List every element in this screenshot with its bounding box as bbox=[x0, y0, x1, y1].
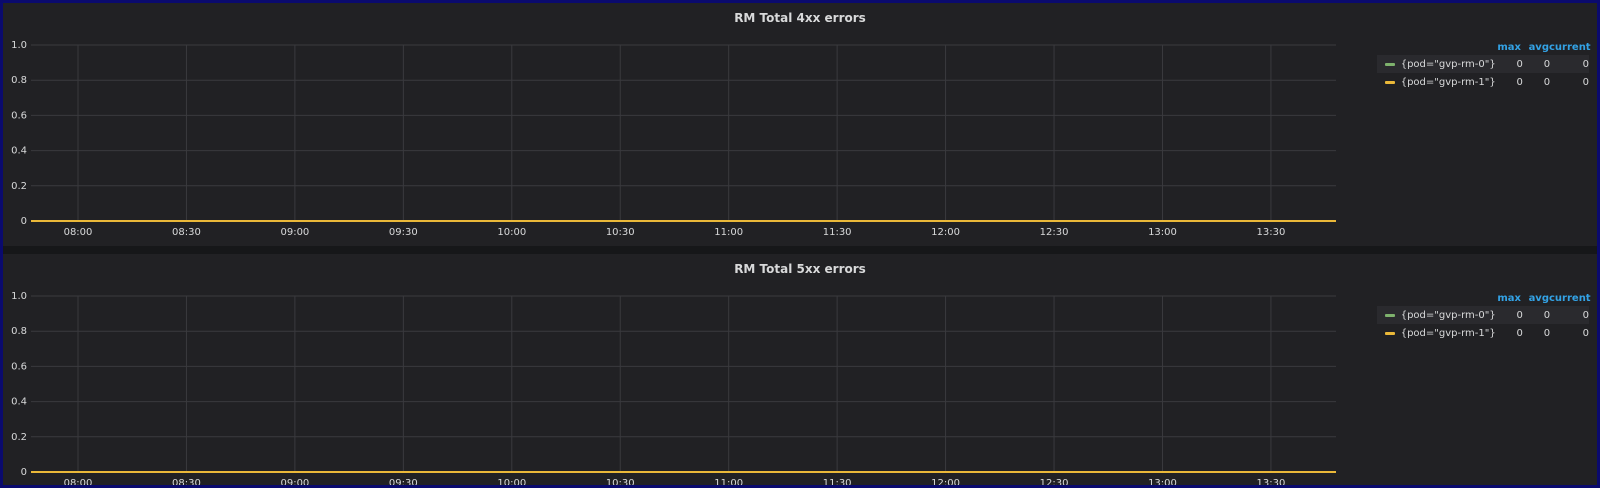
legend-series-name[interactable]: {pod="gvp-rm-0"} bbox=[1401, 310, 1496, 321]
legend-value-avg: 0 bbox=[1543, 309, 1551, 321]
series-color-swatch[interactable] bbox=[1385, 80, 1395, 84]
legend: max avg current {pod="gvp-rm-0"} 0 0 0 {… bbox=[1377, 290, 1591, 342]
y-tick-label: 0.2 bbox=[11, 432, 27, 443]
x-tick-label: 12:00 bbox=[931, 478, 960, 485]
legend-header-avg[interactable]: avg bbox=[1521, 42, 1549, 53]
legend-series-name[interactable]: {pod="gvp-rm-1"} bbox=[1401, 77, 1496, 88]
x-tick-label: 09:00 bbox=[280, 478, 309, 485]
dashboard: RM Total 4xx errors 1.0 0.8 0.6 0.4 0.2 0 08:0… bbox=[3, 3, 1597, 485]
x-tick-label: 11:30 bbox=[823, 227, 852, 238]
legend-header-max[interactable]: max bbox=[1493, 293, 1521, 304]
y-tick-label: 0.8 bbox=[11, 75, 27, 86]
legend-value-max: 0 bbox=[1516, 76, 1523, 88]
x-tick-label: 12:00 bbox=[931, 227, 960, 238]
series-color-swatch[interactable] bbox=[1385, 62, 1395, 66]
x-tick-label: 11:30 bbox=[823, 478, 852, 485]
x-tick-label: 09:00 bbox=[280, 227, 309, 238]
x-tick-label: 13:30 bbox=[1257, 478, 1286, 485]
x-tick-label: 11:00 bbox=[714, 478, 743, 485]
legend-header: max avg current bbox=[1377, 290, 1591, 306]
chart-5xx-errors[interactable]: 1.0 0.8 0.6 0.4 0.2 0 08:00 08:30 09:00 09:30 10:0… bbox=[3, 254, 1373, 485]
x-tick-label: 11:00 bbox=[714, 227, 743, 238]
x-tick-label: 08:30 bbox=[172, 227, 201, 238]
legend-item-gvp-rm-1[interactable]: {pod="gvp-rm-1"} 0 0 0 bbox=[1377, 324, 1589, 342]
legend-item-gvp-rm-1[interactable]: {pod="gvp-rm-1"} 0 0 0 bbox=[1377, 73, 1589, 91]
x-tick-label: 10:30 bbox=[606, 478, 635, 485]
y-tick-label: 0 bbox=[21, 216, 27, 227]
legend-value-avg: 0 bbox=[1543, 76, 1551, 88]
legend-item-gvp-rm-0[interactable]: {pod="gvp-rm-0"} 0 0 0 bbox=[1377, 55, 1589, 73]
series-color-swatch[interactable] bbox=[1385, 331, 1395, 335]
legend-value-current: 0 bbox=[1582, 309, 1589, 321]
chart-4xx-errors[interactable]: 1.0 0.8 0.6 0.4 0.2 0 08:00 08:30 09:00 09:30 10:0… bbox=[3, 3, 1373, 246]
x-tick-label: 08:00 bbox=[64, 478, 93, 485]
x-tick-label: 13:00 bbox=[1148, 478, 1177, 485]
legend-header-max[interactable]: max bbox=[1493, 42, 1521, 53]
legend-series-name[interactable]: {pod="gvp-rm-0"} bbox=[1401, 59, 1496, 70]
y-tick-label: 1.0 bbox=[11, 291, 27, 302]
legend-value-current: 0 bbox=[1582, 58, 1589, 70]
legend-series-name[interactable]: {pod="gvp-rm-1"} bbox=[1401, 328, 1496, 339]
legend-header-avg[interactable]: avg bbox=[1521, 293, 1549, 304]
legend-header-current[interactable]: current bbox=[1549, 42, 1591, 53]
series-color-swatch[interactable] bbox=[1385, 313, 1395, 317]
legend-value-max: 0 bbox=[1516, 327, 1523, 339]
legend: max avg current {pod="gvp-rm-0"} 0 0 0 {… bbox=[1377, 39, 1591, 91]
x-tick-label: 10:00 bbox=[497, 227, 526, 238]
legend-header-current[interactable]: current bbox=[1549, 293, 1591, 304]
legend-header: max avg current bbox=[1377, 39, 1591, 55]
legend-value-current: 0 bbox=[1582, 76, 1589, 88]
x-tick-label: 10:00 bbox=[497, 478, 526, 485]
panel-4xx-errors[interactable]: RM Total 4xx errors 1.0 0.8 0.6 0.4 0.2 0 08:0… bbox=[3, 3, 1597, 246]
x-tick-label: 12:30 bbox=[1040, 478, 1069, 485]
x-tick-label: 09:30 bbox=[389, 478, 418, 485]
legend-value-max: 0 bbox=[1516, 309, 1523, 321]
x-tick-label: 08:30 bbox=[172, 478, 201, 485]
y-tick-label: 0.2 bbox=[11, 181, 27, 192]
legend-value-avg: 0 bbox=[1543, 58, 1551, 70]
y-tick-label: 0.6 bbox=[11, 361, 27, 372]
legend-value-current: 0 bbox=[1582, 327, 1589, 339]
panel-5xx-errors[interactable]: RM Total 5xx errors 1.0 0.8 0.6 0.4 0.2 0 08:0… bbox=[3, 254, 1597, 485]
legend-value-max: 0 bbox=[1516, 58, 1523, 70]
y-tick-label: 0 bbox=[21, 467, 27, 478]
x-tick-label: 13:00 bbox=[1148, 227, 1177, 238]
y-tick-label: 0.8 bbox=[11, 326, 27, 337]
x-tick-label: 12:30 bbox=[1040, 227, 1069, 238]
x-tick-label: 09:30 bbox=[389, 227, 418, 238]
legend-value-avg: 0 bbox=[1543, 327, 1551, 339]
y-tick-label: 1.0 bbox=[11, 40, 27, 51]
y-tick-label: 0.4 bbox=[11, 146, 27, 157]
y-tick-label: 0.6 bbox=[11, 110, 27, 121]
y-tick-label: 0.4 bbox=[11, 397, 27, 408]
x-tick-label: 08:00 bbox=[64, 227, 93, 238]
x-tick-label: 13:30 bbox=[1257, 227, 1286, 238]
legend-item-gvp-rm-0[interactable]: {pod="gvp-rm-0"} 0 0 0 bbox=[1377, 306, 1589, 324]
x-tick-label: 10:30 bbox=[606, 227, 635, 238]
